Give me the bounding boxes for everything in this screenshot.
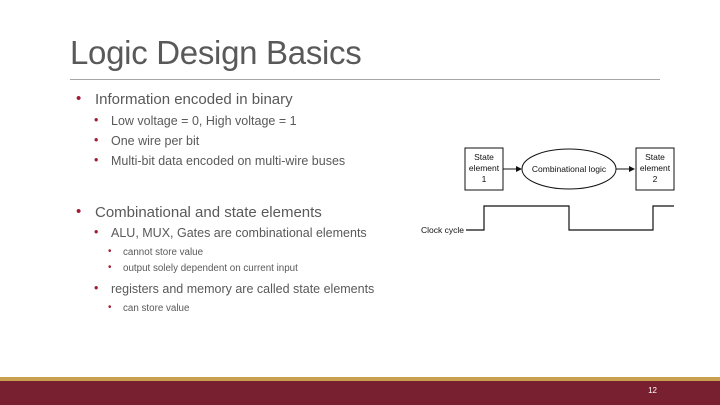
state-element-2-label: element — [640, 163, 671, 173]
bullet-level2: • One wire per bit — [94, 133, 200, 148]
bullet-level3: • can store value — [108, 302, 190, 314]
bullet-level2: • Low voltage = 0, High voltage = 1 — [94, 113, 297, 128]
bullet-text: Low voltage = 0, High voltage = 1 — [111, 114, 297, 128]
state-element-1-label: 1 — [482, 174, 487, 184]
bullet-level2: • ALU, MUX, Gates are combinational elem… — [94, 225, 367, 240]
page-number: 12 — [648, 386, 657, 395]
diagram-svg: State element 1 Combinational logic Stat… — [421, 147, 675, 235]
title-divider — [70, 79, 660, 80]
footer-bar — [0, 381, 720, 405]
bullet-text: registers and memory are called state el… — [111, 282, 375, 296]
bullet-level1: • Combinational and state elements — [76, 203, 322, 221]
bullet-marker: • — [76, 90, 82, 107]
bullet-marker: • — [94, 153, 99, 167]
bullet-level2: • registers and memory are called state … — [94, 281, 375, 296]
state-element-1-label: State — [474, 152, 494, 162]
logic-timing-diagram: State element 1 Combinational logic Stat… — [415, 140, 685, 245]
bullet-level2: • Multi-bit data encoded on multi-wire b… — [94, 153, 346, 168]
slide-title: Logic Design Basics — [70, 34, 362, 71]
state-element-2-label: 2 — [653, 174, 658, 184]
bullet-text: output solely dependent on current input — [123, 263, 298, 274]
bullet-marker: • — [94, 113, 99, 127]
bullet-marker: • — [76, 203, 82, 220]
clock-cycle-label: Clock cycle — [421, 225, 464, 235]
bullet-text: Multi-bit data encoded on multi-wire bus… — [111, 154, 346, 168]
bullet-marker: • — [94, 225, 99, 239]
bullet-text: Information encoded in binary — [95, 91, 293, 108]
bullet-text: One wire per bit — [111, 134, 200, 148]
combinational-logic-label: Combinational logic — [532, 164, 607, 174]
bullet-marker: • — [108, 302, 112, 313]
bullet-marker: • — [108, 262, 112, 273]
bullet-marker: • — [94, 133, 99, 147]
bullet-level1: • Information encoded in binary — [76, 90, 293, 108]
bullet-level3: • cannot store value — [108, 246, 204, 258]
bullet-level3: • output solely dependent on current inp… — [108, 262, 298, 274]
bullet-text: cannot store value — [123, 247, 204, 258]
bullet-text: ALU, MUX, Gates are combinational elemen… — [111, 226, 367, 240]
bullet-text: can store value — [123, 303, 190, 314]
state-element-2-label: State — [645, 152, 665, 162]
clock-waveform — [466, 205, 674, 231]
slide: Logic Design Basics • Information encode… — [0, 0, 720, 405]
bullet-marker: • — [94, 281, 99, 295]
state-element-1-label: element — [469, 163, 500, 173]
bullet-marker: • — [108, 246, 112, 257]
bullet-text: Combinational and state elements — [95, 204, 322, 221]
